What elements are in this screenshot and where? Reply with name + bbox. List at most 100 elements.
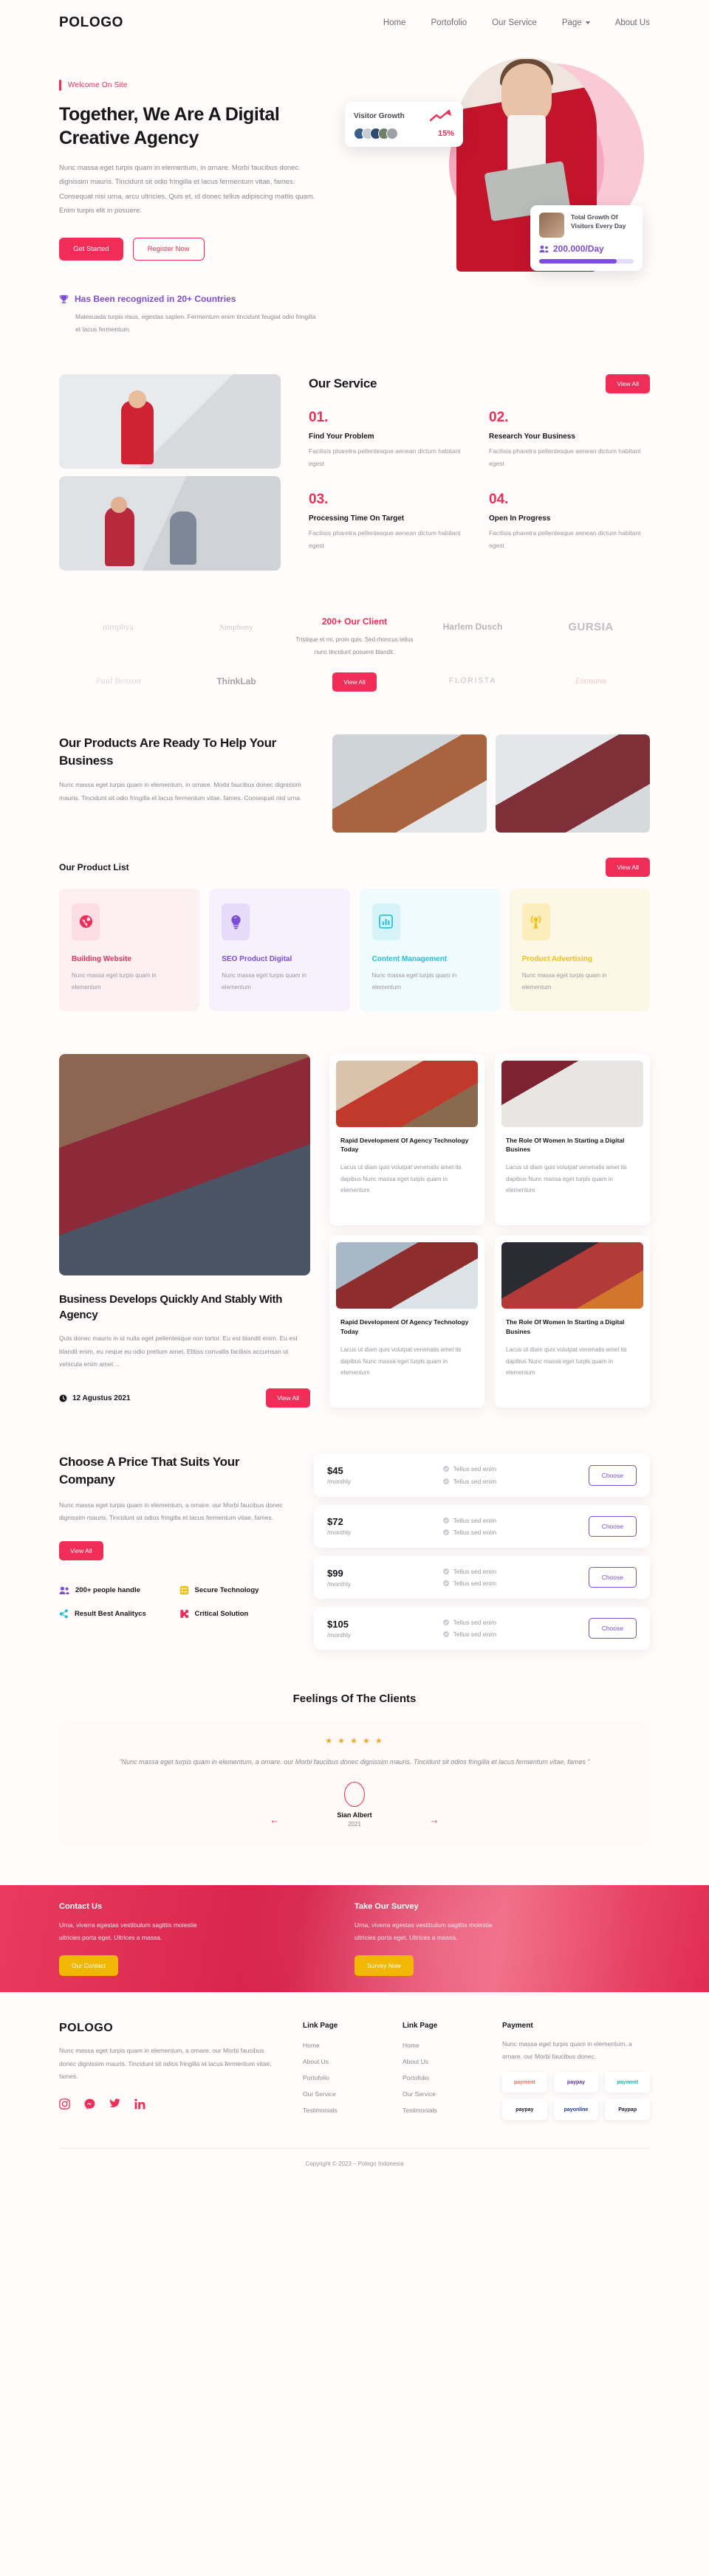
clients-view-all-button[interactable]: View All [332,672,377,692]
payment-logo: payment [502,2072,547,2093]
product-card-building-website[interactable]: Building Website Nunc massa eget turpis … [59,888,200,1011]
puzzle-icon [179,1610,188,1619]
client-logo-gursia: GURSIA [568,621,614,634]
testimonial-prev-arrow[interactable]: ← [270,1814,279,1825]
product-card-seo-product-digital[interactable]: SEO Product Digital Nunc massa eget turp… [209,888,350,1011]
footer-link-testimonials[interactable]: Testimonials [403,2107,480,2114]
plan-choose-button[interactable]: Choose [588,1515,637,1537]
blog-view-all-button[interactable]: View All [266,1388,310,1408]
survey-now-button[interactable]: Survey Now [354,1955,414,1976]
payment-logo: paypay [502,2099,547,2121]
get-started-button[interactable]: Get Started [59,237,123,261]
nav-item-home[interactable]: Home [383,18,406,27]
footer-link-our-service[interactable]: Our Service [403,2090,480,2098]
service-section: Our Service View All 01. Find Your Probl… [0,336,709,571]
products-copy: Our Products Are Ready To Help Your Busi… [59,734,310,805]
article-card[interactable]: Rapid Development Of Agency Technology T… [329,1236,484,1408]
featured-article-title: Business Develops Quickly And Stably Wit… [59,1292,283,1322]
product-list-header: Our Product List View All [59,857,650,877]
article-card[interactable]: Rapid Development Of Agency Technology T… [329,1053,484,1226]
service-number: 03. [309,492,329,508]
service-photo-office-2 [59,476,281,571]
footer-link-home[interactable]: Home [303,2042,380,2049]
plan-feature-label: Tellus sed enim [453,1516,497,1524]
total-growth-card: Total Growth Of Visitors Every Day 200.0… [530,205,643,271]
footer-link-our-service[interactable]: Our Service [303,2090,380,2098]
visitor-avatars [354,128,398,140]
pricing-view-all-button[interactable]: View All [59,1541,103,1561]
footer-link-home[interactable]: Home [403,2042,480,2049]
our-contact-button[interactable]: Our Contact [59,1955,118,1976]
article-image [501,1060,643,1127]
service-header: Our Service View All [309,374,650,393]
twitter-icon[interactable] [109,2098,120,2108]
client-logo-harlem-dusch: Harlem Dusch [442,621,503,632]
testimonial-quote: "Nunc massa eget turpis quam in elementu… [119,1758,590,1766]
site-logo[interactable]: POLOGO [59,15,123,31]
plan-feature: Tellus sed enim [442,1526,496,1538]
footer-column-title: Link Page [403,2022,438,2031]
product-card-product-advertising[interactable]: Product Advertising Nunc massa eget turp… [509,888,650,1011]
broadcast-icon [531,915,541,929]
article-card[interactable]: The Role Of Women In Starting a Digital … [495,1236,650,1408]
client-logo-simphony: Simphony [219,622,253,632]
nav-item-our-service[interactable]: Our Service [492,18,537,27]
site-footer: POLOGO Nunc massa eget turpis quam in el… [0,1992,709,2124]
hero-illustration: Visitor Growth 15% Total Growth Of Visit… [336,58,650,288]
visitor-card-row: 15% [354,128,454,140]
plan-feature-label: Tellus sed enim [453,1465,497,1473]
service-item: 04. Open In Progress Facilisis pharetra … [489,492,650,551]
service-text: Facilisis pharetra pellentesque aenean d… [489,529,641,549]
instagram-icon[interactable] [59,2098,70,2110]
nav-item-about-us[interactable]: About Us [615,18,650,27]
testimonial-next-arrow[interactable]: → [430,1814,439,1825]
product-card-text: Nunc massa eget turpis quam in elementum [521,971,607,991]
service-name: Open In Progress [489,514,551,523]
payment-title: Payment [502,2022,533,2031]
check-circle-icon [442,1466,449,1473]
products-title: Our Products Are Ready To Help Your Busi… [59,735,276,768]
plan-choose-button[interactable]: Choose [588,1567,637,1588]
footer-description: Nunc massa eget turpis quam in elementum… [59,2047,272,2081]
nav-item-page[interactable]: Page [562,18,590,27]
products-view-all-button[interactable]: View All [606,857,650,877]
client-logo-nimphya: nimphya [103,621,134,633]
article-card[interactable]: The Role Of Women In Starting a Digital … [495,1053,650,1226]
plan-choose-button[interactable]: Choose [588,1618,637,1639]
plan-choose-button[interactable]: Choose [588,1464,637,1486]
service-photo-office-1 [59,374,281,469]
service-name: Processing Time On Target [309,514,405,523]
featured-article-image [59,1053,310,1275]
linkedin-icon[interactable] [134,2098,145,2110]
article-title: Rapid Development Of Agency Technology T… [340,1136,469,1154]
service-view-all-button[interactable]: View All [606,374,650,393]
register-now-button[interactable]: Register Now [132,237,205,261]
nav-item-portofolio[interactable]: Portofolio [431,18,467,27]
service-content: Our Service View All 01. Find Your Probl… [309,374,650,571]
footer-link-portofolio[interactable]: Portofolio [403,2074,480,2081]
photo-head [111,497,127,513]
footer-link-about-us[interactable]: About Us [403,2058,480,2065]
article-title: The Role Of Women In Starting a Digital … [506,1318,625,1336]
payment-logo: paypay [553,2072,599,2093]
total-growth-title: Total Growth Of Visitors Every Day [571,213,626,230]
pricing-feature-label: Critical Solution [194,1610,249,1619]
article-title: Rapid Development Of Agency Technology T… [340,1318,469,1336]
plan-feature-label: Tellus sed enim [453,1567,497,1575]
footer-link-testimonials[interactable]: Testimonials [303,2107,380,2114]
product-card-content-management[interactable]: Content Management Nunc massa eget turpi… [359,888,500,1011]
pricing-feature-label: Secure Technology [194,1586,259,1595]
avatar [386,128,398,140]
footer-logo[interactable]: POLOGO [59,2022,281,2035]
recognized-description: Malesuada turpis risus, egestas sapien. … [75,313,316,333]
plan-features: Tellus sed enim Tellus sed enim [442,1566,497,1589]
footer-link-portofolio[interactable]: Portofolio [303,2074,380,2081]
service-text: Facilisis pharetra pellentesque aenean d… [309,529,461,549]
product-cards: Building Website Nunc massa eget turpis … [59,888,650,1011]
footer-link-about-us[interactable]: About Us [303,2058,380,2065]
messenger-icon[interactable] [84,2098,95,2110]
plan-price: $105 [327,1618,349,1630]
product-icon-wrap [521,903,550,940]
featured-article-date-row: 12 Agustus 2021 [59,1394,131,1402]
plan-price-block: $99 /monthly [327,1568,351,1588]
